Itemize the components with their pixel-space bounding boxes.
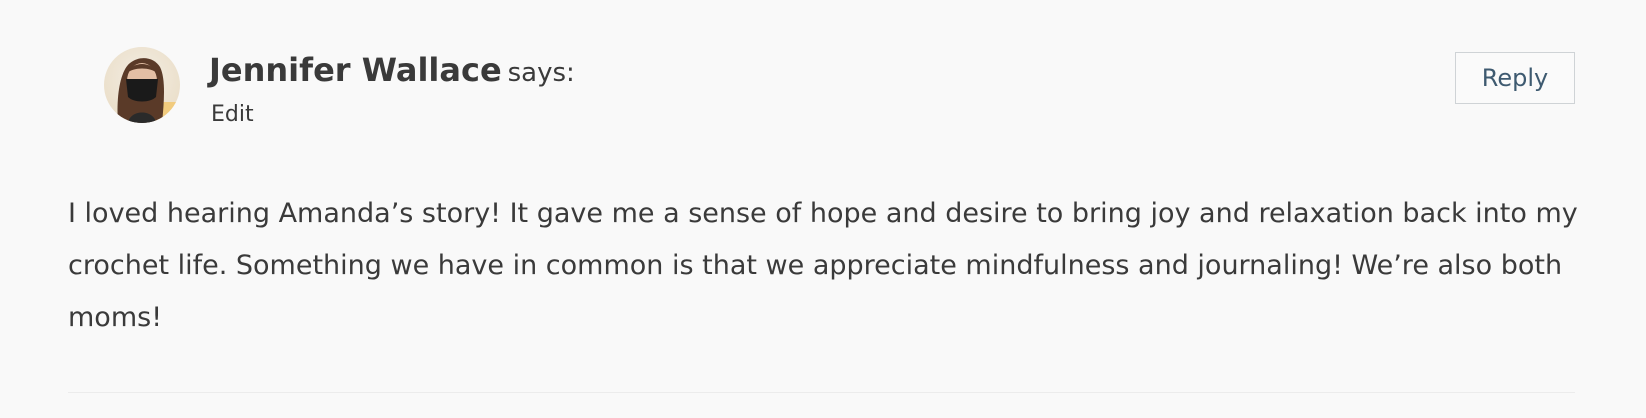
comment-author-name: Jennifer Wallace [209,51,502,89]
comment-item: Jennifer Wallace says: Edit Reply I loved… [0,0,1646,418]
comment-text: I loved hearing Amanda’s story! It gave … [68,198,1578,333]
avatar [104,47,180,123]
comment-divider [68,392,1575,393]
avatar-photo-icon [104,47,180,123]
comment-body: I loved hearing Amanda’s story! It gave … [68,188,1588,344]
comment-author-line: Jennifer Wallace says: [209,50,575,96]
edit-link[interactable]: Edit [211,100,254,130]
says-label: says: [507,58,575,88]
reply-button[interactable]: Reply [1455,52,1575,104]
